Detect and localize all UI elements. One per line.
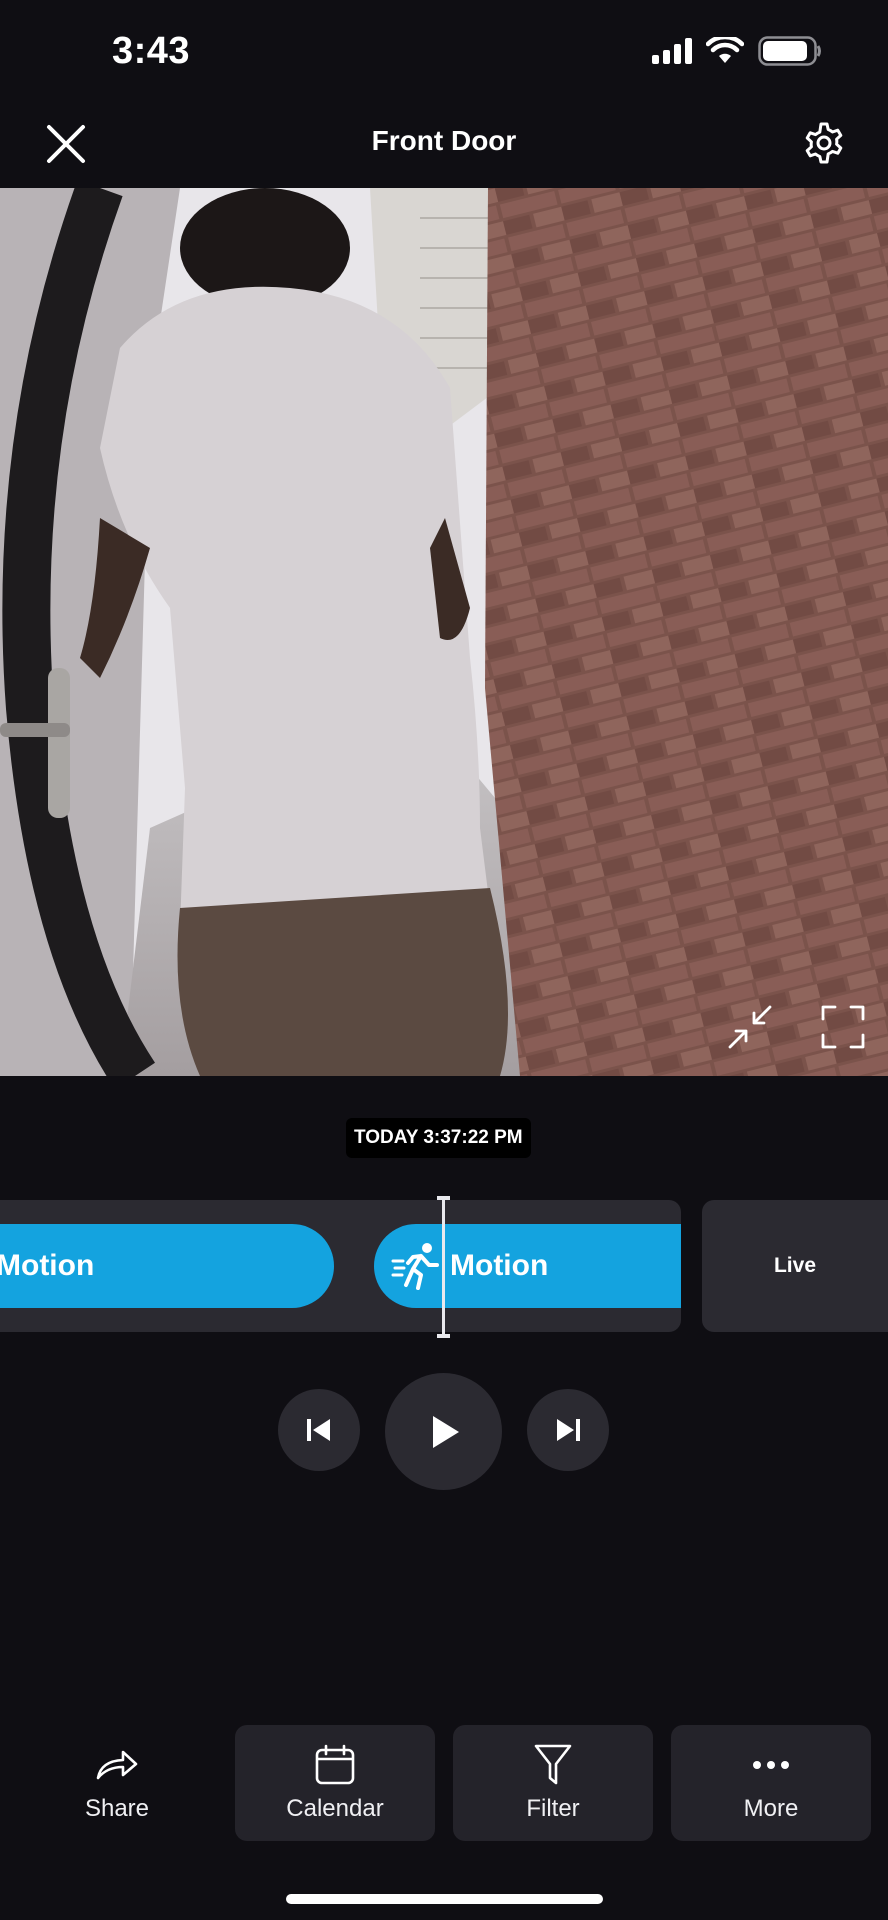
share-arrow-icon — [95, 1743, 139, 1787]
event-timeline[interactable]: Motion Motion Live — [0, 1196, 888, 1338]
filter-label: Filter — [526, 1795, 580, 1822]
previous-event-button[interactable] — [278, 1389, 360, 1471]
status-icons — [652, 36, 822, 66]
share-button[interactable]: Share — [17, 1725, 217, 1841]
motion-running-person-icon — [390, 1240, 442, 1292]
filter-funnel-icon — [533, 1743, 573, 1787]
play-icon — [432, 1415, 459, 1448]
filter-button[interactable]: Filter — [453, 1725, 653, 1841]
fullscreen-button[interactable] — [815, 999, 871, 1055]
battery-icon — [758, 36, 821, 66]
wifi-icon — [706, 37, 744, 63]
playhead-scrubber[interactable] — [442, 1196, 445, 1338]
video-player[interactable] — [0, 188, 888, 1076]
exit-fullscreen-button[interactable] — [722, 999, 778, 1055]
play-button[interactable] — [385, 1373, 502, 1490]
timeline-track[interactable]: Motion Motion — [0, 1200, 681, 1332]
status-time: 3:43 — [112, 30, 191, 72]
playback-timestamp: TODAY 3:37:22 PM — [346, 1118, 531, 1158]
camera-feed-image — [0, 188, 888, 1076]
share-label: Share — [84, 1795, 150, 1822]
motion-event-pill[interactable]: Motion — [0, 1224, 334, 1308]
cellular-signal-icon — [652, 38, 692, 64]
skip-previous-icon — [307, 1419, 330, 1441]
live-button[interactable]: Live — [702, 1200, 888, 1332]
skip-next-icon — [557, 1419, 580, 1441]
next-event-button[interactable] — [527, 1389, 609, 1471]
page-title: Front Door — [371, 125, 517, 156]
status-bar: 3:43 — [0, 0, 888, 105]
exit-fullscreen-icon — [728, 1005, 772, 1049]
calendar-icon — [314, 1743, 356, 1787]
more-button[interactable]: More — [671, 1725, 871, 1841]
calendar-label: Calendar — [286, 1795, 384, 1822]
playhead-cap-top — [437, 1196, 450, 1200]
calendar-button[interactable]: Calendar — [235, 1725, 435, 1841]
event-label: Motion — [450, 1249, 549, 1282]
motion-event-pill[interactable]: Motion — [374, 1224, 681, 1308]
header: Front Door — [0, 105, 888, 185]
home-indicator[interactable] — [286, 1894, 603, 1904]
fullscreen-icon — [821, 1005, 865, 1049]
settings-button[interactable] — [798, 117, 850, 169]
bottom-toolbar: Share Calendar Filter More — [0, 1725, 888, 1841]
event-label: Motion — [0, 1249, 95, 1282]
gear-icon — [805, 122, 843, 164]
more-dots-icon — [751, 1743, 791, 1787]
more-label: More — [743, 1795, 799, 1822]
playback-controls — [0, 1370, 888, 1490]
playhead-cap-bottom — [437, 1334, 450, 1338]
